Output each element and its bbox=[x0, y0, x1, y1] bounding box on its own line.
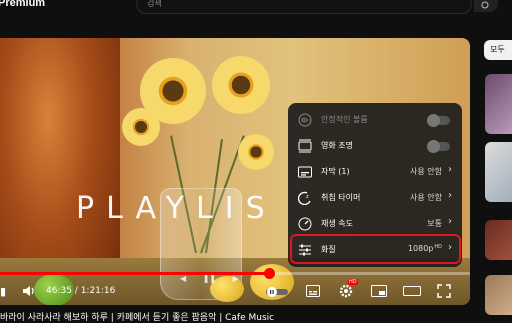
toggle-knob bbox=[427, 114, 440, 127]
menu-item-stable-volume: 안정적인 볼륨 bbox=[288, 107, 462, 133]
menu-item-subtitles[interactable]: 자막 (1) 사용 안함 › bbox=[288, 159, 462, 185]
pause-icon[interactable]: ❚❚ bbox=[203, 274, 216, 283]
search-input[interactable]: 검색 bbox=[136, 0, 472, 14]
inline-mini-controls[interactable]: ◀ ❚❚ ▶ bbox=[180, 274, 239, 283]
miniplayer-button[interactable] bbox=[371, 285, 387, 300]
miniplayer-icon bbox=[371, 285, 387, 297]
gerbera-flower bbox=[238, 134, 274, 170]
search-placeholder: 검색 bbox=[147, 0, 162, 8]
chip-all[interactable]: 모두 bbox=[484, 40, 512, 60]
top-bar: Premium 검색 bbox=[0, 0, 512, 16]
youtube-premium-logo[interactable]: Premium bbox=[0, 0, 45, 9]
menu-item-value-text: 사용 안함 bbox=[410, 167, 442, 176]
gerbera-flower bbox=[212, 56, 270, 114]
chevron-right-icon: › bbox=[448, 216, 452, 227]
playback-speed-icon bbox=[298, 217, 312, 231]
menu-item-sleep-timer[interactable]: z 취침 타이머 사용 안함 › bbox=[288, 185, 462, 211]
time-display: 46:35 / 1:21:16 bbox=[46, 286, 116, 296]
menu-item-label: 안정적인 볼륨 bbox=[321, 115, 368, 124]
fullscreen-icon bbox=[437, 284, 451, 298]
settings-hd-badge: HD bbox=[348, 279, 358, 285]
sleep-timer-icon: z bbox=[297, 191, 312, 206]
chevron-right-icon: › bbox=[448, 190, 452, 201]
menu-item-label: 취침 타이머 bbox=[321, 193, 361, 202]
menu-item-value: 사용 안함 bbox=[410, 166, 442, 177]
autoplay-toggle-icon bbox=[266, 287, 288, 297]
toggle-switch[interactable] bbox=[427, 140, 450, 153]
subtitles-icon bbox=[306, 285, 320, 297]
menu-item-label: 자막 (1) bbox=[321, 167, 350, 176]
search-button[interactable] bbox=[474, 0, 498, 12]
theater-mode-button[interactable] bbox=[403, 286, 421, 299]
autoplay-toggle[interactable] bbox=[266, 287, 288, 300]
related-video-thumbnail[interactable] bbox=[485, 220, 512, 260]
subtitles-icon bbox=[298, 165, 312, 179]
settings-button[interactable]: HD bbox=[338, 279, 358, 301]
video-overlay-title: PLAYLIS bbox=[76, 191, 277, 226]
volume-button[interactable] bbox=[22, 284, 36, 301]
toggle-switch[interactable] bbox=[427, 114, 450, 127]
gerbera-flower bbox=[122, 108, 160, 146]
related-video-thumbnail[interactable] bbox=[485, 275, 512, 315]
previous-icon[interactable]: ◀ bbox=[180, 274, 186, 283]
menu-item-value-text: 보통 bbox=[427, 219, 442, 228]
svg-text:z: z bbox=[306, 194, 309, 200]
menu-item-ambient-mode[interactable]: 영화 조명 bbox=[288, 133, 462, 159]
fullscreen-button[interactable] bbox=[437, 284, 451, 301]
menu-item-label: 재생 속도 bbox=[321, 219, 353, 228]
volume-wave-icon bbox=[298, 113, 312, 127]
menu-item-value: 보통 bbox=[427, 218, 442, 229]
video-title: 바라이 사라사라 해보하 하루 | 카페에서 듣기 좋은 팝음악 | Cafe … bbox=[0, 313, 275, 323]
next-icon[interactable]: ▶ bbox=[233, 274, 239, 283]
ambient-tv-icon bbox=[298, 139, 312, 153]
play-pause-button[interactable]: ▮ bbox=[0, 286, 6, 298]
menu-item-value: 사용 안함 bbox=[410, 192, 442, 203]
volume-icon bbox=[23, 286, 34, 296]
menu-item-value-text: 사용 안함 bbox=[410, 193, 442, 202]
theater-mode-icon bbox=[403, 286, 421, 296]
toggle-knob bbox=[427, 140, 440, 153]
related-video-thumbnail[interactable] bbox=[485, 74, 512, 134]
chevron-right-icon: › bbox=[448, 164, 452, 175]
search-icon bbox=[481, 1, 489, 9]
related-video-thumbnail[interactable] bbox=[485, 142, 512, 202]
subtitles-button[interactable] bbox=[306, 285, 320, 300]
menu-item-label: 영화 조명 bbox=[321, 141, 353, 150]
quality-highlight-box bbox=[290, 234, 461, 264]
